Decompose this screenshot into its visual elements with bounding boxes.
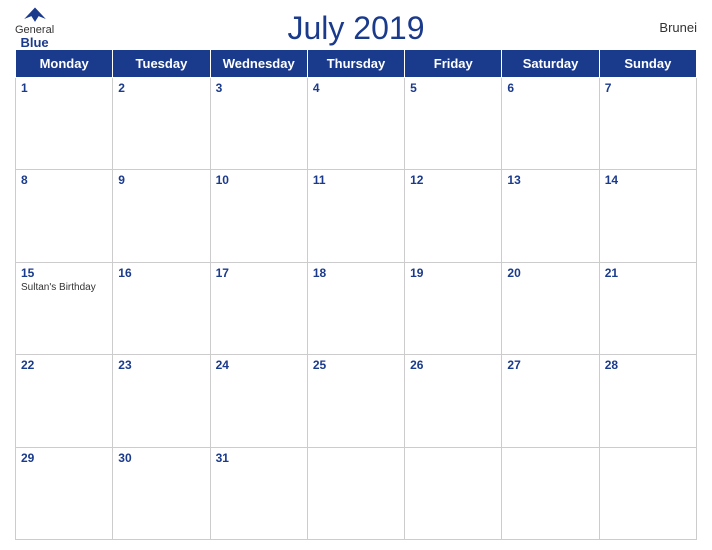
calendar-cell: 22 bbox=[16, 355, 113, 447]
day-number: 30 bbox=[118, 451, 204, 465]
calendar-cell: 19 bbox=[405, 262, 502, 354]
header-wednesday: Wednesday bbox=[210, 50, 307, 78]
week-row-4: 22 23 24 25 26 27 28 bbox=[16, 355, 697, 447]
calendar-cell: 3 bbox=[210, 78, 307, 170]
day-number: 9 bbox=[118, 173, 204, 187]
header-thursday: Thursday bbox=[307, 50, 404, 78]
calendar-cell: 28 bbox=[599, 355, 696, 447]
calendar-cell: 18 bbox=[307, 262, 404, 354]
day-number: 10 bbox=[216, 173, 302, 187]
day-number: 31 bbox=[216, 451, 302, 465]
week-row-3: 15 Sultan's Birthday 16 17 18 19 20 21 bbox=[16, 262, 697, 354]
day-number: 6 bbox=[507, 81, 593, 95]
header-monday: Monday bbox=[16, 50, 113, 78]
day-number: 2 bbox=[118, 81, 204, 95]
country-label: Brunei bbox=[659, 20, 697, 35]
calendar-cell: 1 bbox=[16, 78, 113, 170]
calendar-cell: 13 bbox=[502, 170, 599, 262]
day-number: 24 bbox=[216, 358, 302, 372]
day-number: 29 bbox=[21, 451, 107, 465]
day-number: 5 bbox=[410, 81, 496, 95]
calendar-cell bbox=[405, 447, 502, 539]
calendar-cell: 4 bbox=[307, 78, 404, 170]
week-row-1: 1234567 bbox=[16, 78, 697, 170]
week-row-5: 29 30 31 bbox=[16, 447, 697, 539]
day-number: 1 bbox=[21, 81, 107, 95]
calendar-cell: 14 bbox=[599, 170, 696, 262]
day-number: 13 bbox=[507, 173, 593, 187]
day-number: 14 bbox=[605, 173, 691, 187]
calendar-title: July 2019 bbox=[288, 10, 425, 47]
calendar-cell bbox=[502, 447, 599, 539]
calendar-cell: 9 bbox=[113, 170, 210, 262]
calendar-cell bbox=[599, 447, 696, 539]
day-number: 11 bbox=[313, 173, 399, 187]
calendar-cell: 16 bbox=[113, 262, 210, 354]
logo-bird-icon bbox=[20, 6, 50, 24]
calendar-cell: 15 Sultan's Birthday bbox=[16, 262, 113, 354]
calendar-cell: 7 bbox=[599, 78, 696, 170]
calendar-cell: 27 bbox=[502, 355, 599, 447]
day-number: 3 bbox=[216, 81, 302, 95]
day-number: 26 bbox=[410, 358, 496, 372]
week-row-2: 89 10 11 12 13 14 bbox=[16, 170, 697, 262]
calendar-cell: 31 bbox=[210, 447, 307, 539]
calendar-cell: 24 bbox=[210, 355, 307, 447]
logo-blue-text: Blue bbox=[20, 36, 48, 50]
calendar-cell: 25 bbox=[307, 355, 404, 447]
day-number: 15 bbox=[21, 266, 107, 280]
day-number: 20 bbox=[507, 266, 593, 280]
day-number: 8 bbox=[21, 173, 107, 187]
weekday-header-row: Monday Tuesday Wednesday Thursday Friday… bbox=[16, 50, 697, 78]
day-number: 4 bbox=[313, 81, 399, 95]
day-number: 27 bbox=[507, 358, 593, 372]
header-tuesday: Tuesday bbox=[113, 50, 210, 78]
day-number: 7 bbox=[605, 81, 691, 95]
day-number: 28 bbox=[605, 358, 691, 372]
calendar-cell: 29 bbox=[16, 447, 113, 539]
day-number: 16 bbox=[118, 266, 204, 280]
calendar-cell: 10 bbox=[210, 170, 307, 262]
day-number: 18 bbox=[313, 266, 399, 280]
calendar-cell: 17 bbox=[210, 262, 307, 354]
calendar-cell: 23 bbox=[113, 355, 210, 447]
calendar-cell: 2 bbox=[113, 78, 210, 170]
day-number: 25 bbox=[313, 358, 399, 372]
calendar-header: General Blue July 2019 Brunei bbox=[15, 10, 697, 47]
header-sunday: Sunday bbox=[599, 50, 696, 78]
header-friday: Friday bbox=[405, 50, 502, 78]
calendar-cell: 8 bbox=[16, 170, 113, 262]
calendar-cell bbox=[307, 447, 404, 539]
day-number: 21 bbox=[605, 266, 691, 280]
calendar-table: Monday Tuesday Wednesday Thursday Friday… bbox=[15, 49, 697, 540]
calendar-cell: 11 bbox=[307, 170, 404, 262]
day-number: 23 bbox=[118, 358, 204, 372]
day-number: 19 bbox=[410, 266, 496, 280]
day-number: 12 bbox=[410, 173, 496, 187]
calendar-cell: 26 bbox=[405, 355, 502, 447]
calendar-cell: 6 bbox=[502, 78, 599, 170]
calendar-cell: 21 bbox=[599, 262, 696, 354]
day-number: 22 bbox=[21, 358, 107, 372]
calendar-cell: 30 bbox=[113, 447, 210, 539]
calendar-cell: 12 bbox=[405, 170, 502, 262]
header-saturday: Saturday bbox=[502, 50, 599, 78]
calendar-cell: 20 bbox=[502, 262, 599, 354]
day-number: 17 bbox=[216, 266, 302, 280]
logo: General Blue bbox=[15, 6, 54, 50]
holiday-label: Sultan's Birthday bbox=[21, 282, 107, 293]
calendar-cell: 5 bbox=[405, 78, 502, 170]
